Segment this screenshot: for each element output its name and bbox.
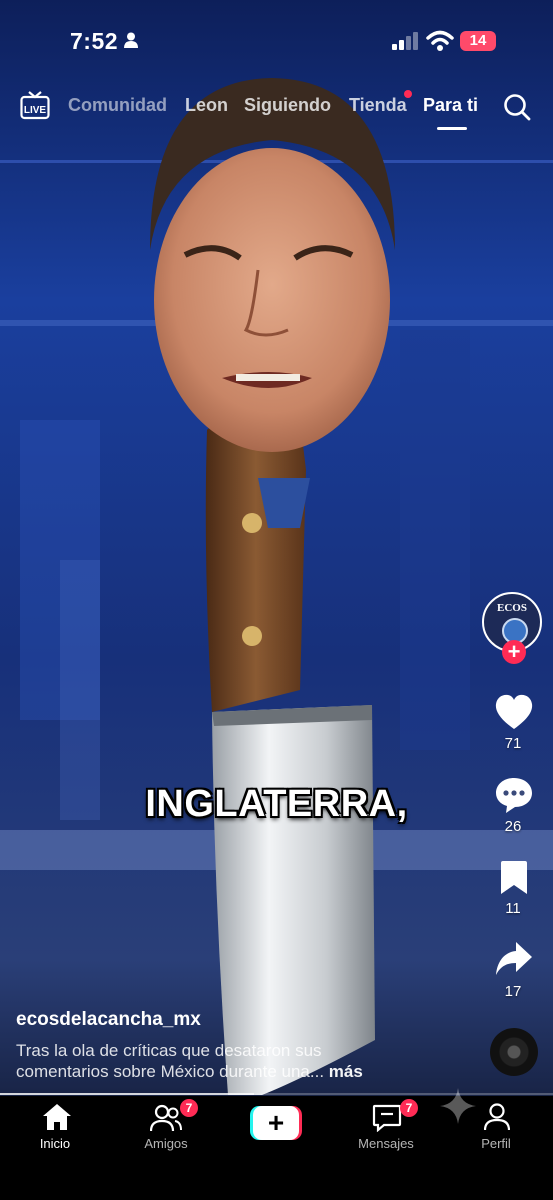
more-link[interactable]: más — [329, 1062, 363, 1081]
create-button[interactable]: + — [250, 1106, 302, 1140]
search-icon[interactable] — [502, 92, 532, 122]
home-icon[interactable] — [42, 1103, 72, 1131]
tab-comunidad[interactable]: Comunidad — [68, 95, 167, 116]
tab-tienda[interactable]: Tienda — [349, 95, 407, 116]
profile-icon[interactable] — [484, 1103, 510, 1131]
sparkle-icon — [440, 1088, 476, 1124]
tab-siguiendo[interactable]: Siguiendo — [244, 95, 331, 116]
avatar-logo-text: ECOS — [497, 602, 527, 614]
like-count: 71 — [504, 735, 522, 752]
cellular-signal-icon — [392, 32, 418, 50]
wifi-icon — [426, 30, 454, 51]
video-progress-fill — [0, 1093, 255, 1095]
inbox-icon[interactable] — [372, 1104, 402, 1132]
nav-inicio[interactable]: Inicio — [10, 1136, 100, 1151]
nav-mensajes[interactable]: Mensajes — [341, 1136, 431, 1151]
active-tab-indicator — [437, 127, 467, 130]
description-text: comentarios sobre México durante una... — [16, 1062, 325, 1081]
comment-count: 26 — [504, 818, 522, 835]
live-tv-icon[interactable]: LIVE — [20, 90, 50, 120]
follow-button[interactable]: + — [502, 640, 526, 664]
description-line-1: Tras la ola de críticas que desataron su… — [16, 1041, 322, 1060]
creator-username[interactable]: ecosdelacancha_mx — [16, 1009, 201, 1031]
comment-icon[interactable] — [494, 776, 534, 814]
live-label: LIVE — [24, 105, 47, 116]
status-time: 7:52 — [70, 28, 119, 54]
person-icon — [124, 32, 138, 48]
heart-icon[interactable] — [494, 693, 534, 731]
tab-leon[interactable]: Leon — [185, 95, 228, 116]
save-count: 11 — [505, 900, 521, 917]
nav-perfil[interactable]: Perfil — [451, 1136, 541, 1151]
amigos-badge: 7 — [180, 1099, 198, 1117]
bookmark-icon[interactable] — [498, 860, 530, 896]
description-line-2: comentarios sobre México durante una... … — [16, 1062, 363, 1082]
share-arrow-icon[interactable] — [494, 940, 534, 978]
create-plus: + — [268, 1107, 284, 1138]
tienda-notification-dot — [404, 90, 412, 98]
share-count: 17 — [504, 983, 522, 1000]
mensajes-badge: 7 — [400, 1099, 418, 1117]
friends-icon[interactable] — [150, 1104, 182, 1132]
tab-para-ti[interactable]: Para ti — [423, 95, 478, 116]
nav-amigos[interactable]: Amigos — [121, 1136, 211, 1151]
video-caption: INGLATERRA, — [145, 783, 408, 825]
music-disc[interactable] — [490, 1028, 538, 1076]
battery-indicator: 14 — [460, 31, 496, 51]
